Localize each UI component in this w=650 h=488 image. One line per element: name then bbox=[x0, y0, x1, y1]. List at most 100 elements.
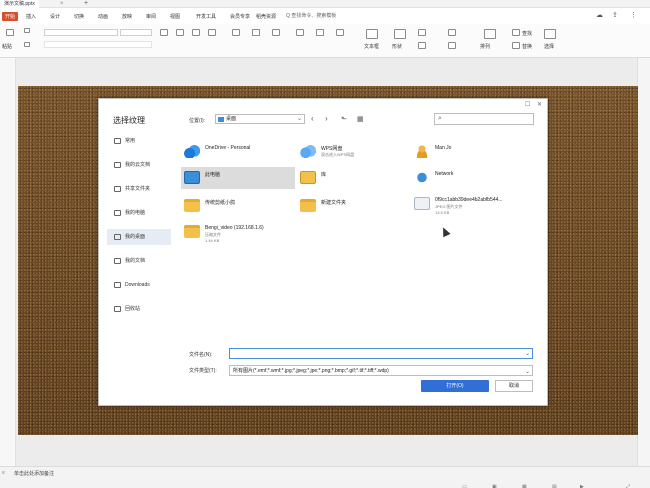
menu-member[interactable]: 会员专享 bbox=[230, 13, 250, 20]
cut-icon[interactable] bbox=[24, 28, 30, 33]
arrange-label[interactable]: 排列 bbox=[480, 43, 490, 50]
font-style-row[interactable] bbox=[44, 41, 152, 48]
grid-item-new-folder[interactable]: 新建文件夹 bbox=[297, 195, 405, 217]
nav-documents[interactable]: 我的文档 bbox=[107, 253, 171, 269]
view-mode-icon[interactable]: ▦ bbox=[357, 115, 364, 123]
effects-icon[interactable] bbox=[448, 42, 456, 49]
shapes-icon[interactable] bbox=[394, 29, 406, 39]
new-tab-icon[interactable]: + bbox=[84, 0, 88, 8]
reading-view-icon[interactable]: ▤ bbox=[552, 484, 557, 488]
more-icon[interactable]: ⋮ bbox=[630, 11, 637, 19]
find-label[interactable]: 查找 bbox=[522, 30, 532, 37]
menu-transition[interactable]: 切换 bbox=[74, 13, 84, 20]
font-size-select[interactable] bbox=[120, 29, 152, 36]
location-select[interactable]: 桌面 ⌄ bbox=[215, 114, 305, 124]
shape-outline-icon[interactable] bbox=[418, 42, 426, 49]
view-normal-icon[interactable]: ▣ bbox=[492, 484, 497, 488]
nav-recent[interactable]: 常用 bbox=[107, 133, 171, 149]
textbox-icon[interactable] bbox=[366, 29, 378, 39]
menu-insert[interactable]: 插入 bbox=[26, 13, 36, 20]
text-direction-icon[interactable] bbox=[296, 29, 304, 36]
trash-icon bbox=[114, 306, 121, 312]
grid-item-network-share[interactable]: Bengi_video (192.168.1.6) 压缩文件 1.44 KB bbox=[181, 221, 295, 251]
task-pane-strip[interactable] bbox=[637, 58, 650, 472]
arrange-icon[interactable] bbox=[484, 29, 496, 39]
document-tab[interactable]: 演示文稿.pptx bbox=[0, 0, 39, 8]
nav-label: 我的电脑 bbox=[125, 210, 146, 216]
bullets-icon[interactable] bbox=[232, 29, 240, 36]
grid-item-this-pc[interactable]: 此电脑 bbox=[181, 167, 295, 189]
view-sorter-icon[interactable]: ▦ bbox=[522, 484, 527, 488]
filename-input[interactable]: ⌄ bbox=[229, 348, 533, 359]
back-icon[interactable]: ‹ bbox=[311, 114, 314, 123]
textbox-label[interactable]: 文本框 bbox=[364, 43, 379, 50]
open-button[interactable]: 打开(O) bbox=[421, 380, 489, 392]
play-icon[interactable]: ▶ bbox=[580, 484, 584, 488]
up-folder-icon[interactable]: ⬑ bbox=[341, 115, 347, 123]
nav-cloud-docs[interactable]: 我的云文档 bbox=[107, 157, 171, 173]
nav-desktop[interactable]: 我的桌面 bbox=[107, 229, 171, 245]
maximize-icon[interactable]: ☐ bbox=[525, 101, 530, 108]
shapes-label[interactable]: 形状 bbox=[392, 43, 402, 50]
shared-folder-icon bbox=[184, 225, 200, 238]
replace-label[interactable]: 替换 bbox=[522, 43, 532, 50]
grid-item-onedrive[interactable]: OneDrive - Personal bbox=[181, 141, 289, 163]
grid-item-user[interactable]: Man Jo bbox=[411, 141, 531, 163]
fit-window-icon[interactable]: ⤢ bbox=[626, 484, 630, 488]
select-label[interactable]: 选择 bbox=[544, 43, 554, 50]
notes-toggle-icon[interactable]: ▭ bbox=[462, 484, 467, 488]
menu-design[interactable]: 设计 bbox=[50, 13, 60, 20]
item-subtitle: 双击进入WPS网盘 bbox=[321, 152, 355, 157]
cloud-sync-icon[interactable]: ☁ bbox=[596, 11, 603, 19]
close-icon[interactable]: ✕ bbox=[537, 101, 542, 108]
align-right-icon[interactable] bbox=[192, 29, 200, 36]
item-name: Man Jo bbox=[435, 145, 452, 151]
smartart-icon[interactable] bbox=[336, 29, 344, 36]
line-spacing-icon[interactable] bbox=[208, 29, 216, 36]
filename-label: 文件名(N): bbox=[189, 352, 213, 358]
align-left-icon[interactable] bbox=[160, 29, 168, 36]
nav-my-computer[interactable]: 我的电脑 bbox=[107, 205, 171, 221]
grid-item-network[interactable]: Network bbox=[411, 167, 531, 189]
find-icon[interactable] bbox=[512, 29, 520, 36]
filetype-select[interactable]: 所有图片(*.emf;*.wmf;*.jpg;*.jpeg;*.jpe;*.pn… bbox=[229, 365, 533, 376]
clock-icon bbox=[114, 138, 121, 144]
menu-view[interactable]: 视图 bbox=[170, 13, 180, 20]
nav-shared[interactable]: 共享文件夹 bbox=[107, 181, 171, 197]
grid-item-folder-papercut[interactable]: 传统剪纸小鸽 bbox=[181, 195, 289, 217]
replace-icon[interactable] bbox=[512, 42, 520, 49]
grid-item-jpeg-file[interactable]: 0f9cc1abb39dee4b2abfb544... JPEG 图片文件 13… bbox=[411, 193, 537, 221]
shape-fill-icon[interactable] bbox=[418, 29, 426, 36]
numbering-icon[interactable] bbox=[252, 29, 260, 36]
wps-cloud-icon bbox=[300, 145, 316, 158]
grid-item-library[interactable]: 库 bbox=[297, 167, 405, 189]
columns-icon[interactable] bbox=[316, 29, 324, 36]
format-painter-icon[interactable] bbox=[24, 42, 30, 47]
cancel-button[interactable]: 取消 bbox=[495, 380, 533, 392]
paste-label[interactable]: 粘贴 bbox=[2, 43, 12, 50]
menu-review[interactable]: 审阅 bbox=[146, 13, 156, 20]
command-search-input[interactable]: Q 查找命令、搜索模板 bbox=[284, 12, 364, 21]
font-name-select[interactable] bbox=[44, 29, 118, 36]
dialog-search-input[interactable]: ⌕ bbox=[434, 113, 534, 125]
indent-icon[interactable] bbox=[272, 29, 280, 36]
nav-downloads[interactable]: Downloads bbox=[107, 277, 171, 293]
share-icon[interactable]: ⇪ bbox=[612, 11, 618, 19]
picture-icon[interactable] bbox=[448, 29, 456, 36]
slide-thumbnail-panel[interactable] bbox=[0, 58, 16, 472]
align-center-icon[interactable] bbox=[176, 29, 184, 36]
forward-icon[interactable]: › bbox=[325, 114, 328, 123]
menu-developer[interactable]: 开发工具 bbox=[196, 13, 216, 20]
image-file-icon bbox=[414, 197, 430, 210]
notes-placeholder[interactable]: 单击此处添加备注 bbox=[14, 470, 54, 477]
nav-recycle-bin[interactable]: 回收站 bbox=[107, 301, 171, 317]
menu-slideshow[interactable]: 放映 bbox=[122, 13, 132, 20]
chevron-down-icon[interactable]: ⌄ bbox=[525, 350, 530, 357]
close-tab-icon[interactable]: × bbox=[60, 0, 64, 8]
menu-home[interactable]: 开始 bbox=[2, 12, 19, 21]
select-icon[interactable] bbox=[544, 29, 556, 39]
grid-item-wps-cloud[interactable]: WPS网盘 双击进入WPS网盘 bbox=[297, 141, 405, 163]
menu-animation[interactable]: 动画 bbox=[98, 13, 108, 20]
paste-icon[interactable] bbox=[6, 29, 14, 36]
menu-resources[interactable]: 稻壳资源 bbox=[256, 13, 276, 20]
